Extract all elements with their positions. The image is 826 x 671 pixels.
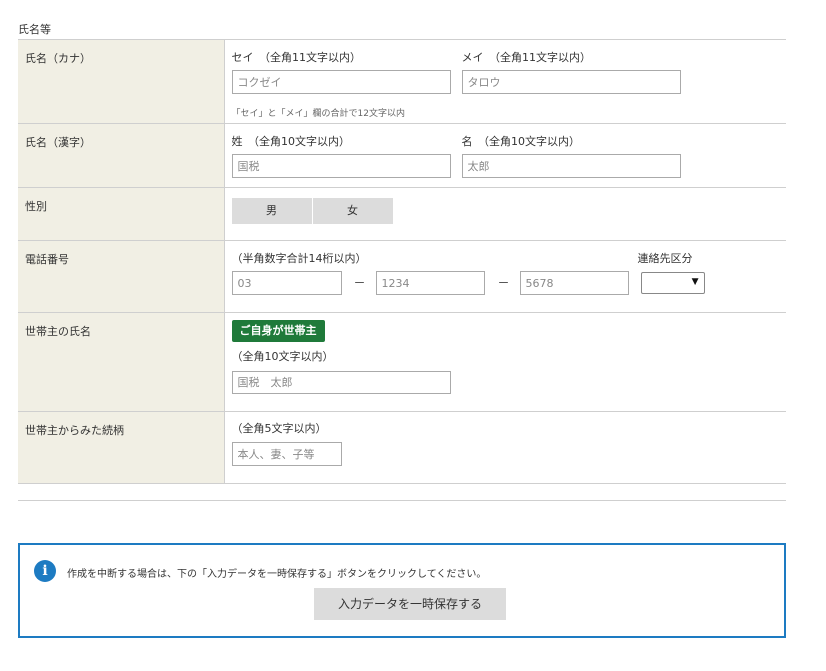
phone-part1-input[interactable] <box>231 271 342 295</box>
row-name-kana: 氏名（カナ） セイ （全角11文字以内） メイ （全角11文字以内） 「セイ」と… <box>18 39 786 124</box>
sei-kanji-label: 姓 （全角10文字以内） <box>231 135 351 148</box>
row-label-phone: 電話番号 <box>18 240 225 313</box>
save-info-message: 作成を中断する場合は、下の「入力データを一時保存する」ボタンをクリックしてくださ… <box>67 569 487 580</box>
mei-kana-label: メイ （全角11文字以内） <box>461 51 592 64</box>
mei-kana-input[interactable] <box>461 70 681 94</box>
sei-kana-label: セイ （全角11文字以内） <box>231 51 362 64</box>
personal-info-form: 氏名（カナ） セイ （全角11文字以内） メイ （全角11文字以内） 「セイ」と… <box>18 39 786 484</box>
householder-hint: （全角10文字以内） <box>231 350 334 363</box>
row-content-householder: ご自身が世帯主 （全角10文字以内） <box>224 312 786 412</box>
row-householder: 世帯主の氏名 ご自身が世帯主 （全角10文字以内） <box>18 312 786 412</box>
phone-hint: （半角数字合計14桁以内） <box>231 252 367 265</box>
row-name-kanji: 氏名（漢字） 姓 （全角10文字以内） 名 （全角10文字以内） <box>18 123 786 188</box>
row-phone: 電話番号 （半角数字合計14桁以内） 連絡先区分 － － ▼ <box>18 240 786 313</box>
relation-hint: （全角5文字以内） <box>231 422 327 435</box>
row-content-name-kanji: 姓 （全角10文字以内） 名 （全角10文字以内） <box>224 123 786 188</box>
gender-male-button[interactable]: 男 <box>231 198 312 224</box>
sei-kanji-input[interactable] <box>231 154 451 178</box>
row-label-name-kana: 氏名（カナ） <box>18 39 225 124</box>
save-info-box: i 作成を中断する場合は、下の「入力データを一時保存する」ボタンをクリックしてく… <box>18 543 786 638</box>
row-label-relation: 世帯主からみた続柄 <box>18 411 225 484</box>
row-label-name-kanji: 氏名（漢字） <box>18 123 225 188</box>
section-title: 氏名等 <box>18 23 51 36</box>
row-content-phone: （半角数字合計14桁以内） 連絡先区分 － － ▼ <box>224 240 786 313</box>
mei-kanji-label: 名 （全角10文字以内） <box>461 135 581 148</box>
row-content-gender: 男 女 <box>224 187 786 241</box>
relation-input[interactable] <box>231 442 342 466</box>
sei-kana-input[interactable] <box>231 70 451 94</box>
kana-length-note: 「セイ」と「メイ」欄の合計で12文字以内 <box>231 109 405 119</box>
section-divider <box>18 500 786 501</box>
contact-type-select[interactable]: ▼ <box>640 272 705 294</box>
mei-kanji-input[interactable] <box>461 154 681 178</box>
phone-separator-2: － <box>497 276 510 290</box>
row-label-householder: 世帯主の氏名 <box>18 312 225 412</box>
row-content-relation: （全角5文字以内） <box>224 411 786 484</box>
row-gender: 性別 男 女 <box>18 187 786 241</box>
row-label-gender: 性別 <box>18 187 225 241</box>
phone-part2-input[interactable] <box>375 271 485 295</box>
gender-female-button[interactable]: 女 <box>312 198 393 224</box>
row-content-name-kana: セイ （全角11文字以内） メイ （全角11文字以内） 「セイ」と「メイ」欄の合… <box>224 39 786 124</box>
householder-name-input[interactable] <box>231 371 451 394</box>
self-householder-button[interactable]: ご自身が世帯主 <box>231 320 325 342</box>
phone-part3-input[interactable] <box>519 271 629 295</box>
phone-separator-1: － <box>353 276 366 290</box>
chevron-down-icon: ▼ <box>691 277 699 287</box>
info-icon: i <box>34 560 56 582</box>
save-draft-button[interactable]: 入力データを一時保存する <box>314 588 506 620</box>
row-relation: 世帯主からみた続柄 （全角5文字以内） <box>18 411 786 484</box>
contact-type-label: 連絡先区分 <box>637 252 693 265</box>
